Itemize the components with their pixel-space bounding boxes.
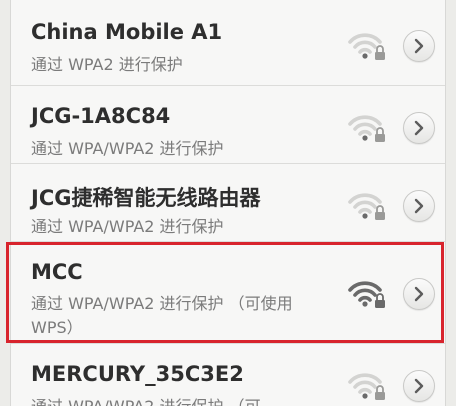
network-item-jcg-router[interactable]: JCG捷稀智能无线路由器 通过 WPA/WPA2 进行保护 xyxy=(11,164,445,242)
chevron-right-icon xyxy=(414,38,424,54)
wifi-lock-icon xyxy=(348,115,385,142)
network-security-text: 通过 WPA/WPA2 进行保护 xyxy=(31,217,224,236)
chevron-right-icon xyxy=(414,198,424,214)
chevron-right-icon xyxy=(414,120,424,136)
network-item-jcg-1a8c84[interactable]: JCG-1A8C84 通过 WPA/WPA2 进行保护 xyxy=(11,86,445,164)
wifi-network-list-screen: China Mobile A1 通过 WPA2 进行保护 JCG-1A8C84 … xyxy=(0,0,456,406)
network-detail-button[interactable] xyxy=(403,278,435,310)
wifi-lock-icon xyxy=(348,33,385,60)
network-security-text: 通过 WPA/WPA2 进行保护 （可使用 WPS） xyxy=(31,294,293,337)
network-item-china-mobile-a1[interactable]: China Mobile A1 通过 WPA2 进行保护 xyxy=(11,0,445,86)
network-detail-button[interactable] xyxy=(403,112,435,144)
network-detail-button[interactable] xyxy=(403,30,435,62)
network-detail-button[interactable] xyxy=(403,190,435,222)
network-ssid: MCC xyxy=(31,260,83,284)
wifi-lock-icon xyxy=(348,281,385,308)
wifi-lock-icon xyxy=(348,373,385,400)
chevron-right-icon xyxy=(414,286,424,302)
network-ssid: JCG捷稀智能无线路由器 xyxy=(31,186,261,210)
network-item-mercury-35c3e2[interactable]: MERCURY_35C3E2 通过 WPA/WPA2 进行保护 （可 xyxy=(11,344,445,406)
network-security-text: 通过 WPA/WPA2 进行保护 （可 xyxy=(31,395,331,406)
network-security-text: 通过 WPA/WPA2 进行保护 xyxy=(31,139,224,158)
wifi-lock-icon xyxy=(348,193,385,220)
network-item-mcc[interactable]: MCC 通过 WPA/WPA2 进行保护 （可使用 WPS） xyxy=(11,242,445,344)
network-detail-button[interactable] xyxy=(403,370,435,402)
network-ssid: China Mobile A1 xyxy=(31,20,223,44)
network-security-text: 通过 WPA2 进行保护 xyxy=(31,55,183,74)
chevron-right-icon xyxy=(414,378,424,394)
network-ssid: MERCURY_35C3E2 xyxy=(31,362,244,386)
network-ssid: JCG-1A8C84 xyxy=(31,104,171,128)
network-list: China Mobile A1 通过 WPA2 进行保护 JCG-1A8C84 … xyxy=(10,0,446,406)
